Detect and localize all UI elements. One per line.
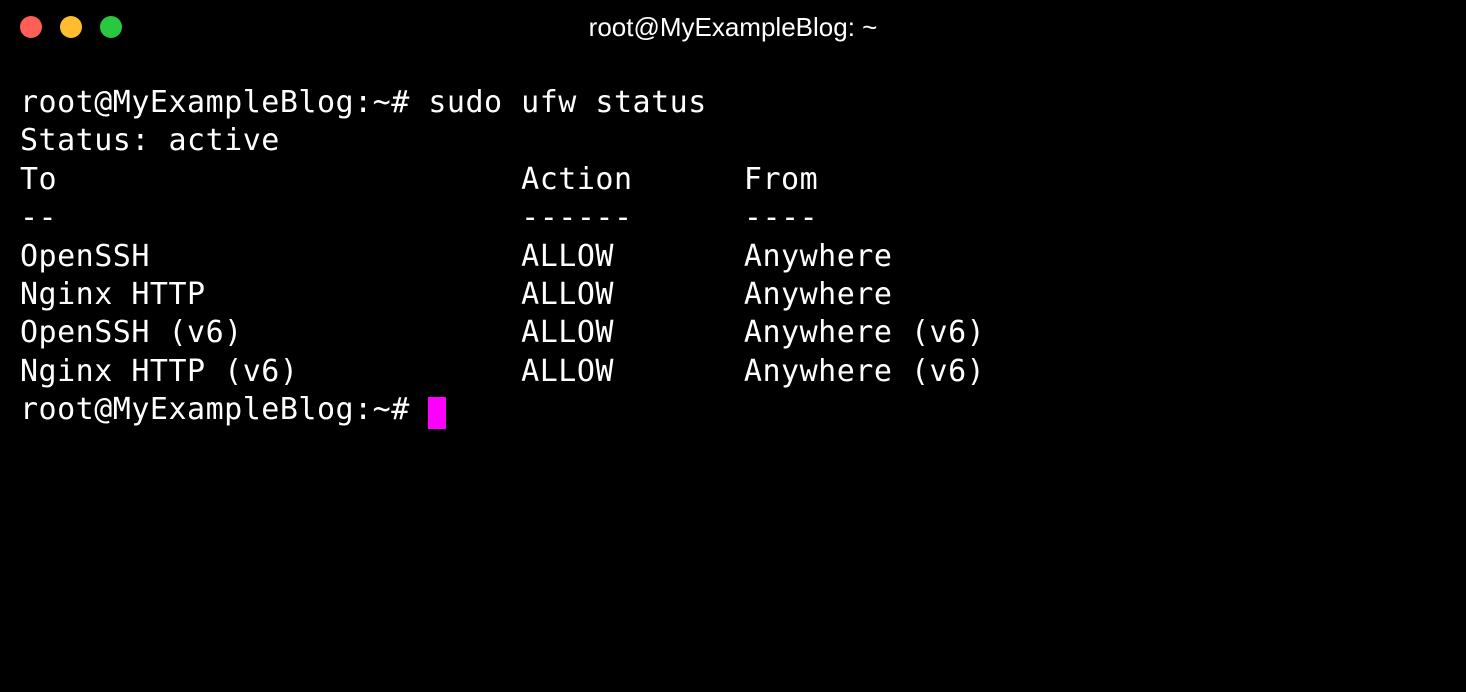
window-titlebar: root@MyExampleBlog: ~ [0,0,1466,54]
status-output: Status: active [20,122,1446,160]
entered-command: sudo ufw status [428,85,706,120]
window-title: root@MyExampleBlog: ~ [0,12,1466,43]
table-row: Nginx HTTP (v6) ALLOW Anywhere (v6) [20,353,1446,391]
table-row: Nginx HTTP ALLOW Anywhere [20,276,1446,314]
table-separator-row: -- ------ ---- [20,199,1446,237]
maximize-icon[interactable] [100,16,122,38]
table-header-row: To Action From [20,161,1446,199]
terminal-output[interactable]: root@MyExampleBlog:~# sudo ufw statusSta… [0,54,1466,450]
cursor-block [428,397,446,429]
minimize-icon[interactable] [60,16,82,38]
close-icon[interactable] [20,16,42,38]
shell-prompt: root@MyExampleBlog:~# [20,392,428,427]
command-line: root@MyExampleBlog:~# sudo ufw status [20,84,1446,122]
shell-prompt: root@MyExampleBlog:~# [20,85,428,120]
prompt-line: root@MyExampleBlog:~# [20,391,1446,429]
table-row: OpenSSH ALLOW Anywhere [20,238,1446,276]
table-row: OpenSSH (v6) ALLOW Anywhere (v6) [20,314,1446,352]
traffic-lights [20,16,122,38]
